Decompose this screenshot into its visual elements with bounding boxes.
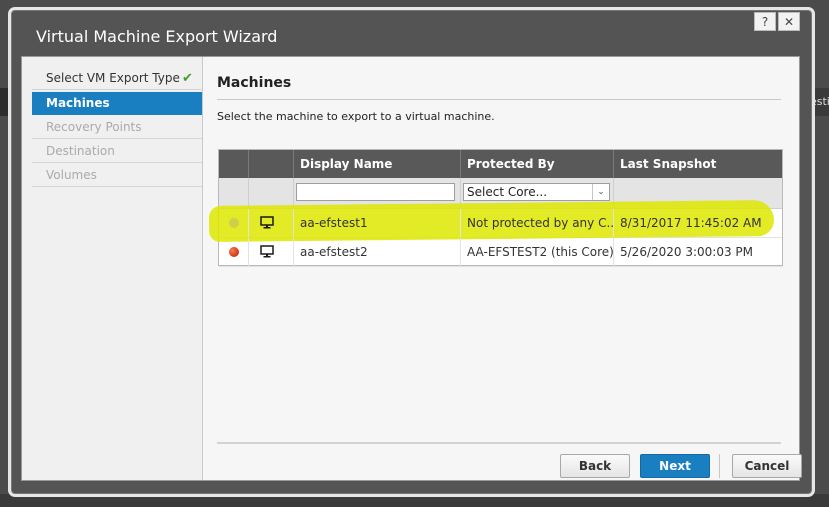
header-status [219,150,249,178]
machines-grid: Display Name Protected By Last Snapshot … [208,149,783,267]
close-button[interactable]: ✕ [778,12,800,31]
check-icon: ✔ [182,71,193,86]
wizard-steps: Select VM Export Type ✔ Machines Recover… [22,57,203,480]
display-name-cell: aa-efstest1 [294,209,461,237]
filter-cell [249,178,294,208]
dialog-content: Select VM Export Type ✔ Machines Recover… [21,56,802,481]
last-snapshot-cell: 5/26/2020 3:00:03 PM [620,245,754,259]
step-label: Destination [46,144,115,158]
table-row[interactable]: aa-efstest1 Not protected by any C... 8/… [208,200,782,242]
table-row[interactable]: aa-efstest2 AA-EFSTEST2 (this Core) 5/26… [219,238,782,267]
step-recovery-points: Recovery Points [32,116,202,139]
dialog-title: Virtual Machine Export Wizard [36,27,278,46]
step-label: Recovery Points [46,120,142,134]
last-snapshot-cell: 8/31/2017 11:45:02 AM [620,216,762,230]
background-panel-text: esti [810,88,829,116]
type-cell [249,209,294,237]
cancel-button[interactable]: Cancel [732,454,802,478]
step-destination: Destination [32,140,202,163]
protected-by-cell: AA-EFSTEST2 (this Core) [461,238,614,266]
status-red-icon [229,247,239,257]
header-display-name[interactable]: Display Name [294,150,461,178]
header-last-snapshot[interactable]: Last Snapshot [614,150,782,178]
monitor-icon [260,216,274,229]
footer-divider [217,442,781,444]
filter-cell [219,178,249,208]
dialog-controls: ? ✕ [754,12,800,32]
next-button[interactable]: Next [640,454,710,478]
step-machines[interactable]: Machines [32,92,202,115]
help-button[interactable]: ? [754,12,776,31]
status-yellow-icon [229,218,239,228]
status-cell [219,209,249,237]
core-select-value: Select Core... [467,185,548,199]
main-panel: Machines Select the machine to export to… [203,57,802,480]
export-wizard-dialog: Virtual Machine Export Wizard ? ✕ Select… [11,10,812,494]
monitor-icon [260,245,274,258]
status-cell [219,238,249,266]
protected-by-cell: Not protected by any C... [461,209,614,237]
step-label: Volumes [46,168,97,182]
chevron-down-icon[interactable]: ⌄ [592,184,609,200]
name-search-input[interactable] [296,183,455,201]
section-divider [217,99,781,100]
grid-header: Display Name Protected By Last Snapshot [219,150,782,178]
button-divider [719,454,720,478]
background-strip [0,494,829,507]
header-type [249,150,294,178]
type-cell [249,238,294,266]
step-volumes: Volumes [32,164,202,187]
display-name-cell: aa-efstest2 [294,238,461,266]
back-button[interactable]: Back [560,454,630,478]
header-protected-by[interactable]: Protected By [461,150,614,178]
step-label: Machines [46,96,110,110]
step-select-vm-export-type[interactable]: Select VM Export Type ✔ [32,67,202,90]
section-title: Machines [217,75,292,91]
core-select[interactable]: Select Core... ⌄ [463,183,610,201]
instruction-text: Select the machine to export to a virtua… [217,110,495,123]
step-label: Select VM Export Type [46,71,180,85]
